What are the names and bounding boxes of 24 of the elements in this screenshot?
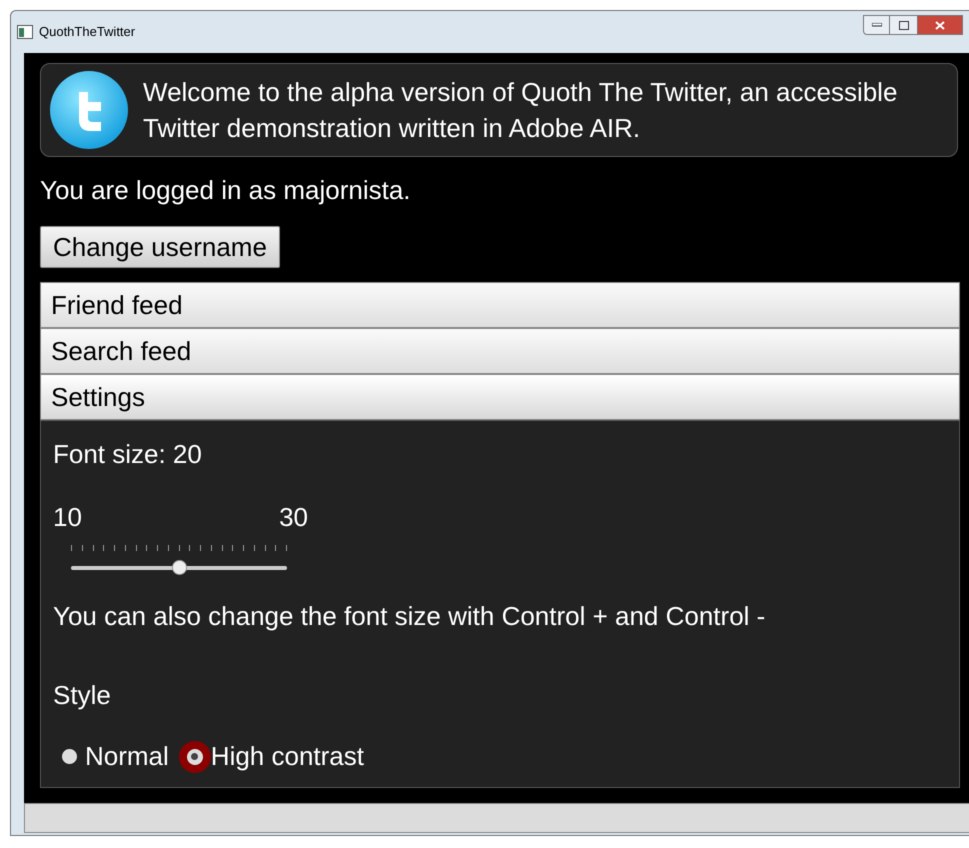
radio-option[interactable]: Normal [53, 737, 169, 776]
slider-thumb[interactable] [172, 560, 187, 575]
accordion-header[interactable]: Settings [40, 374, 960, 420]
style-label: Style [53, 679, 112, 712]
minimize-icon [872, 23, 882, 27]
change-username-button[interactable]: Change username [40, 226, 280, 268]
welcome-text: Welcome to the alpha version of Quoth The Twitter, an accessible Twitter demonstration written in Adobe AIR. [143, 76, 898, 145]
max-label: 30 [279, 501, 308, 534]
login-status: You are logged in as majornista. [40, 174, 412, 207]
app-icon [17, 25, 33, 39]
window-title: QuothTheTwitter [39, 23, 136, 42]
minimize-button[interactable] [863, 15, 890, 35]
accordion-header[interactable]: Search feed [40, 328, 960, 374]
hint-text: You can also change the font size with Control + and Control - [53, 600, 766, 633]
close-icon [935, 20, 945, 30]
radio-button[interactable] [178, 740, 211, 772]
close-button[interactable] [917, 15, 963, 35]
radio-option[interactable]: High contrast [178, 737, 364, 776]
font-size-label: Font size: 20 [53, 438, 203, 471]
min-label: 10 [53, 501, 82, 534]
maximize-button[interactable] [890, 15, 917, 35]
maximize-icon [898, 20, 908, 30]
bird-logo-icon [49, 70, 129, 150]
accordion-header[interactable]: Friend feed [40, 282, 960, 328]
